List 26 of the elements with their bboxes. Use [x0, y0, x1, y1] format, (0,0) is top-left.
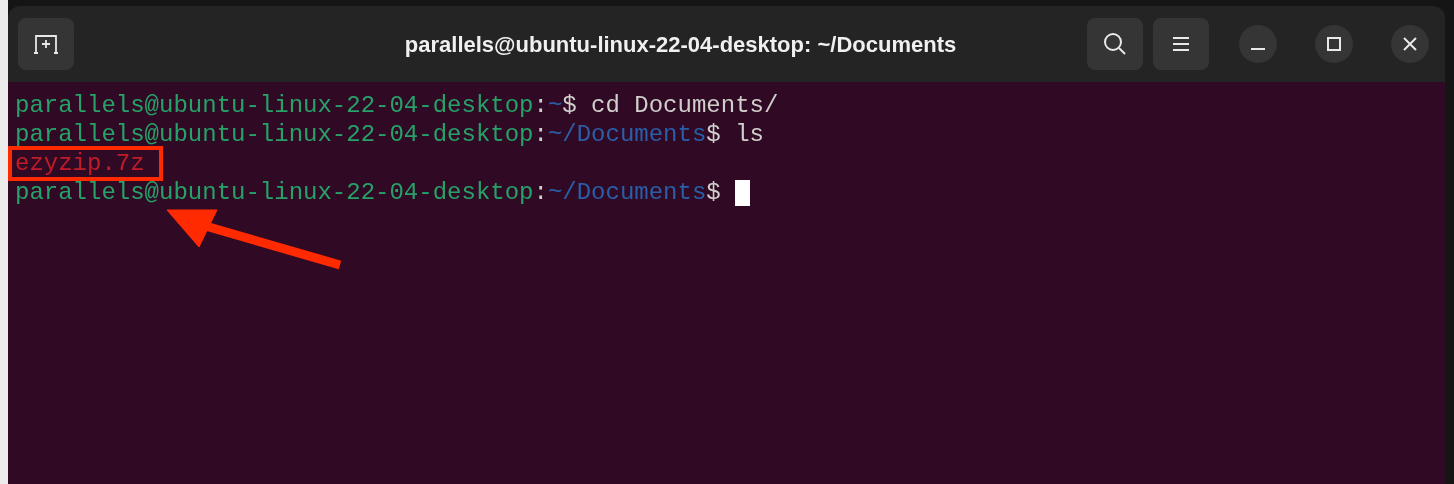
- terminal-text: :: [533, 181, 548, 204]
- terminal-text: ~/Documents: [547, 123, 707, 146]
- menu-button[interactable]: [1153, 18, 1209, 70]
- close-icon: [1403, 37, 1417, 51]
- terminal-text: $ cd Documents/: [562, 94, 779, 117]
- terminal-text: ezyzip.7z: [15, 152, 145, 175]
- terminal-text: ~/Documents: [547, 181, 707, 204]
- terminal-text: parallels@ubuntu-linux-22-04-desktop: [15, 94, 534, 117]
- maximize-icon: [1327, 37, 1341, 51]
- search-button[interactable]: [1087, 18, 1143, 70]
- close-button[interactable]: [1391, 25, 1429, 63]
- cursor: [735, 179, 751, 206]
- menu-icon: [1172, 36, 1190, 52]
- terminal-text: :: [533, 94, 548, 117]
- terminal-text: parallels@ubuntu-linux-22-04-desktop: [15, 123, 534, 146]
- terminal-text: ~: [547, 94, 563, 117]
- maximize-button[interactable]: [1315, 25, 1353, 63]
- new-tab-icon: [33, 33, 59, 55]
- window-title: parallels@ubuntu-linux-22-04-desktop: ~/Documents: [404, 30, 957, 59]
- terminal-text: :: [533, 123, 548, 146]
- terminal-text: parallels@ubuntu-linux-22-04-desktop: [15, 181, 534, 204]
- terminal-text: $ ls: [706, 123, 764, 146]
- new-tab-button[interactable]: [18, 18, 74, 70]
- minimize-icon: [1251, 48, 1265, 50]
- search-icon: [1103, 32, 1127, 56]
- terminal-text: $: [706, 181, 722, 204]
